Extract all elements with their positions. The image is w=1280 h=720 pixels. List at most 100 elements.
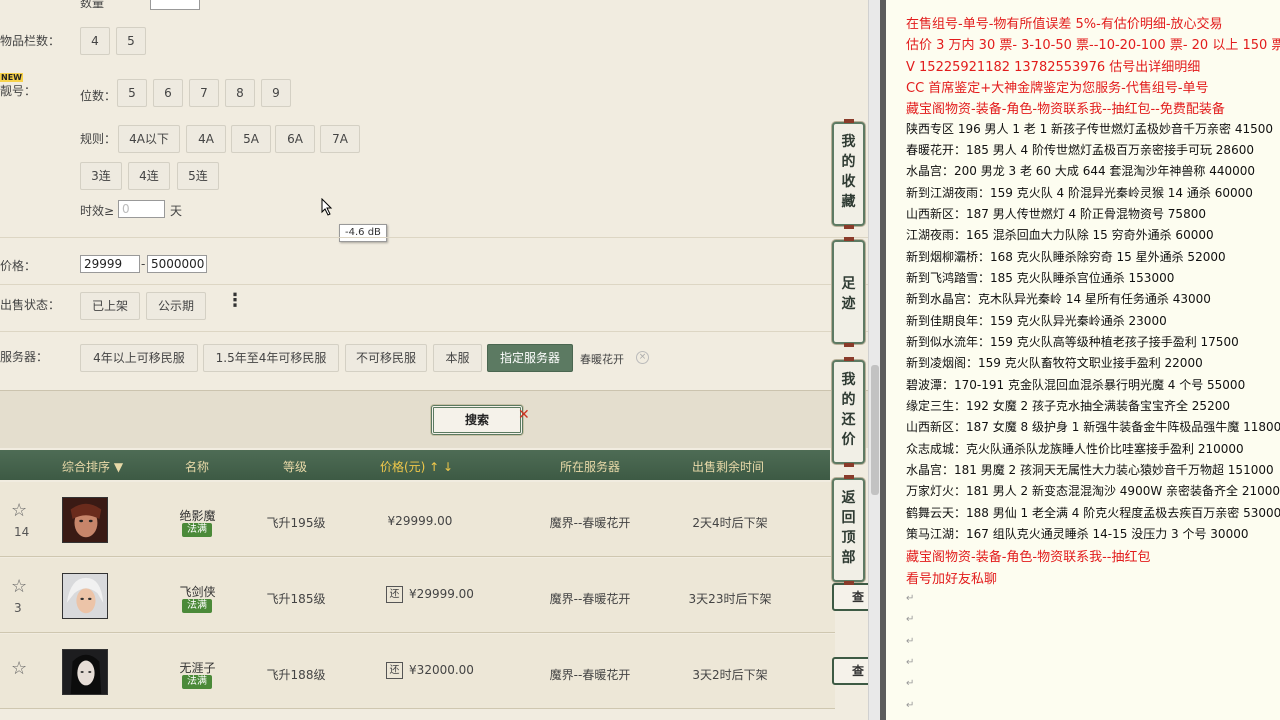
col-server: 所在服务器 (560, 460, 621, 474)
slots-label: 物品栏数： (0, 34, 61, 48)
timeliness-unit: 天 (170, 204, 183, 218)
note-line: 看号加好友私聊 (906, 572, 998, 587)
level-cell: 飞升195级 (266, 516, 326, 530)
note-line: 新到水晶宫：克木队异光秦岭 14 星所有任务通杀 43000 (906, 292, 1211, 306)
price-cell: ¥29999.00 (387, 514, 453, 528)
view-button[interactable]: 查 (832, 657, 868, 685)
server-1-5y-button[interactable]: 1.5年至4年可移民服 (203, 344, 339, 372)
price-value: ¥29999.00 (409, 587, 474, 601)
note-line: CC 首席鉴定+大神金牌鉴定为您服务-代售组号-单号 (906, 81, 1209, 96)
table-row[interactable]: ☆ 无涯子 法满 飞升188级 还 ¥32000.00 魔界--春暖花开 3天2时… (0, 634, 835, 709)
bargain-icon[interactable]: 还 (386, 586, 404, 603)
sale-status-label: 出售状态： (0, 298, 61, 312)
volume-tooltip: -4.6 dB (339, 224, 387, 242)
note-line: 万家灯火：181 男人 2 新变态混混淘沙 4900W 亲密装备齐全 21000… (906, 484, 1280, 498)
close-icon[interactable]: ✕ (518, 407, 530, 423)
side-tab-back-to-top[interactable]: 返回顶部 (832, 475, 865, 585)
clear-server-icon[interactable]: × (636, 351, 649, 364)
side-tab-favorites[interactable]: 我的收藏 (832, 119, 865, 229)
scrollbar-thumb[interactable] (871, 365, 879, 495)
digits-7-button[interactable]: 7 (189, 79, 219, 107)
consecutive-3-button[interactable]: 3连 (80, 162, 122, 190)
rules-label: 规则： (80, 132, 117, 146)
avatar (62, 497, 108, 543)
search-bar: 搜索 ✕ (0, 390, 868, 448)
server-this-button[interactable]: 本服 (433, 344, 482, 372)
note-line: 新到飞鸿踏雪：185 克火队睡杀宫位通杀 153000 (906, 271, 1175, 285)
side-tab-footprint[interactable]: 足迹 (832, 237, 865, 347)
favorite-star-icon[interactable]: ☆ (11, 658, 27, 679)
consecutive-5-button[interactable]: 5连 (177, 162, 219, 190)
digits-5-button[interactable]: 5 (117, 79, 147, 107)
note-line: 江湖夜雨：165 混杀回血大力队除 15 穷奇外通杀 60000 (906, 228, 1214, 242)
server-specified-button[interactable]: 指定服务器 (487, 344, 573, 372)
rule-4a-button[interactable]: 4A (186, 125, 226, 153)
server-cell: 魔界--春暖花开 (549, 592, 631, 606)
consecutive-4-button[interactable]: 4连 (128, 162, 170, 190)
col-price[interactable]: 价格(元) ↑ ↓ (380, 458, 453, 475)
slots-5-button[interactable]: 5 (116, 27, 146, 55)
note-line: 新到似水流年：159 克火队高等级种植老孩子接手盈利 17500 (906, 335, 1239, 349)
table-header: 综合排序 ▼ 名称 等级 价格(元) ↑ ↓ 所在服务器 出售剩余时间 (0, 450, 830, 480)
digits-6-button[interactable]: 6 (153, 79, 183, 107)
note-line: 藏宝阁物资-装备-角色-物资联系我--抽红包--免费配装备 (906, 102, 1225, 117)
bargain-icon[interactable]: 还 (386, 662, 404, 679)
status-badge: 法满 (182, 675, 212, 689)
scrollbar[interactable] (868, 0, 880, 720)
status-public-button[interactable]: 公示期 (146, 292, 206, 320)
character-name[interactable]: 绝影魔 (150, 507, 245, 524)
timeliness-label: 时效≥ (80, 204, 115, 218)
selected-server-tag: 春暖花开 (580, 353, 624, 366)
price-min-input[interactable]: 29999 (80, 255, 140, 273)
side-tab-my-bargains[interactable]: 我的还价 (832, 357, 865, 467)
rule-5a-button[interactable]: 5A (231, 125, 271, 153)
col-sort[interactable]: 综合排序 ▼ (62, 458, 123, 475)
side-tab-label: 返回顶部 (841, 490, 856, 566)
search-button[interactable]: 搜索 (431, 405, 523, 435)
note-line: 山西新区：187 男人传世燃灯 4 阶正骨混物资号 75800 (906, 207, 1206, 221)
col-time: 出售剩余时间 (692, 460, 765, 474)
price-max-input[interactable]: 5000000 (147, 255, 207, 273)
note-line: 鹤舞云天：188 男仙 1 老全满 4 阶克火程度孟极去疾百万亲密 53000 (906, 506, 1280, 520)
table-row[interactable]: ☆ 3 飞剑侠 法满 飞升185级 还 ¥29999.00 魔界--春暖花开 3天… (0, 558, 835, 633)
rule-7a-button[interactable]: 7A (320, 125, 360, 153)
note-line: 新到江湖夜雨：159 克火队 4 阶混异光秦岭灵猴 14 通杀 60000 (906, 186, 1253, 200)
view-button[interactable]: 查 (832, 583, 868, 611)
note-line: 水晶宫：181 男魔 2 孩洞天无属性大力装心猿妙音千万物超 151000 (906, 463, 1274, 477)
divider (0, 284, 868, 285)
slots-4-button[interactable]: 4 (80, 27, 110, 55)
digits-9-button[interactable]: 9 (261, 79, 291, 107)
col-level: 等级 (283, 460, 308, 474)
timeliness-input[interactable]: 0 (118, 200, 165, 218)
price-value: ¥32000.00 (409, 663, 474, 677)
side-tab-label: 我的收藏 (841, 134, 856, 210)
rule-6a-button[interactable]: 6A (275, 125, 315, 153)
server-no-migrate-button[interactable]: 不可移民服 (345, 344, 427, 372)
favorite-star-icon[interactable]: ☆ (11, 500, 27, 521)
favorite-count: 14 (14, 525, 30, 539)
status-listed-button[interactable]: 已上架 (80, 292, 140, 320)
time-cell: 3天2时后下架 (692, 668, 768, 682)
side-tab-label: 我的还价 (841, 372, 856, 448)
mouse-cursor-icon (321, 198, 333, 216)
note-line: V 15225921182 13782553976 估号出详细明细 (906, 60, 1201, 75)
digits-8-button[interactable]: 8 (225, 79, 255, 107)
rule-4a-below-button[interactable]: 4A以下 (118, 125, 180, 153)
note-line: 在售组号-单号-物有所值误差 5%-有估价明细-放心交易 (906, 17, 1223, 32)
paragraph-mark: ↵ (906, 636, 915, 647)
note-line: 碧波潭：170-191 克金队混回血混杀暴行明光魔 4 个号 55000 (906, 378, 1246, 392)
status-badge: 法满 (182, 599, 212, 613)
quantity-input[interactable] (150, 0, 200, 10)
avatar (62, 649, 108, 695)
server-4y-button[interactable]: 4年以上可移民服 (80, 344, 198, 372)
paragraph-mark: ↵ (906, 593, 915, 604)
note-line: 陕西专区 196 男人 1 老 1 新孩子传世燃灯孟极妙音千万亲密 41500 (906, 122, 1274, 136)
table-row[interactable]: ☆ 14 绝影魔 法满 飞升195级 ¥29999.00 魔界--春暖花开 2天… (0, 482, 835, 557)
side-tab-label: 足迹 (841, 276, 856, 312)
character-name[interactable]: 飞剑侠 (150, 583, 245, 600)
favorite-star-icon[interactable]: ☆ (11, 576, 27, 597)
level-cell: 飞升188级 (266, 668, 326, 682)
character-name[interactable]: 无涯子 (150, 659, 245, 676)
price-cell: 还 ¥32000.00 (375, 662, 485, 679)
more-options-icon[interactable]: ⋮ (226, 292, 244, 310)
